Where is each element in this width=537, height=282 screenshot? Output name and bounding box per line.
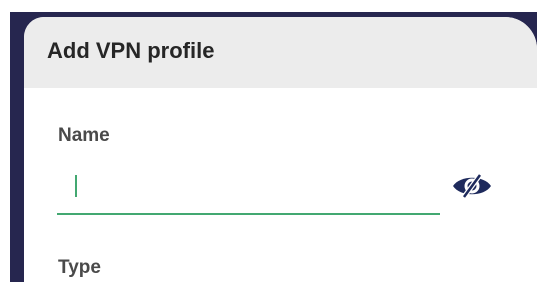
dialog-header: Add VPN profile <box>24 17 537 88</box>
dialog-title: Add VPN profile <box>47 38 215 63</box>
backdrop-top-edge <box>0 0 537 12</box>
name-input[interactable] <box>57 169 440 215</box>
eye-off-icon <box>453 173 491 199</box>
name-field-label: Name <box>58 125 110 146</box>
backdrop-left-edge <box>0 0 10 282</box>
screen: Add VPN profile Name Type <box>0 0 537 282</box>
toggle-visibility-button[interactable] <box>449 169 495 203</box>
type-field-label: Type <box>58 257 101 278</box>
add-vpn-profile-dialog: Add VPN profile Name Type <box>24 17 537 282</box>
text-caret <box>75 175 77 197</box>
